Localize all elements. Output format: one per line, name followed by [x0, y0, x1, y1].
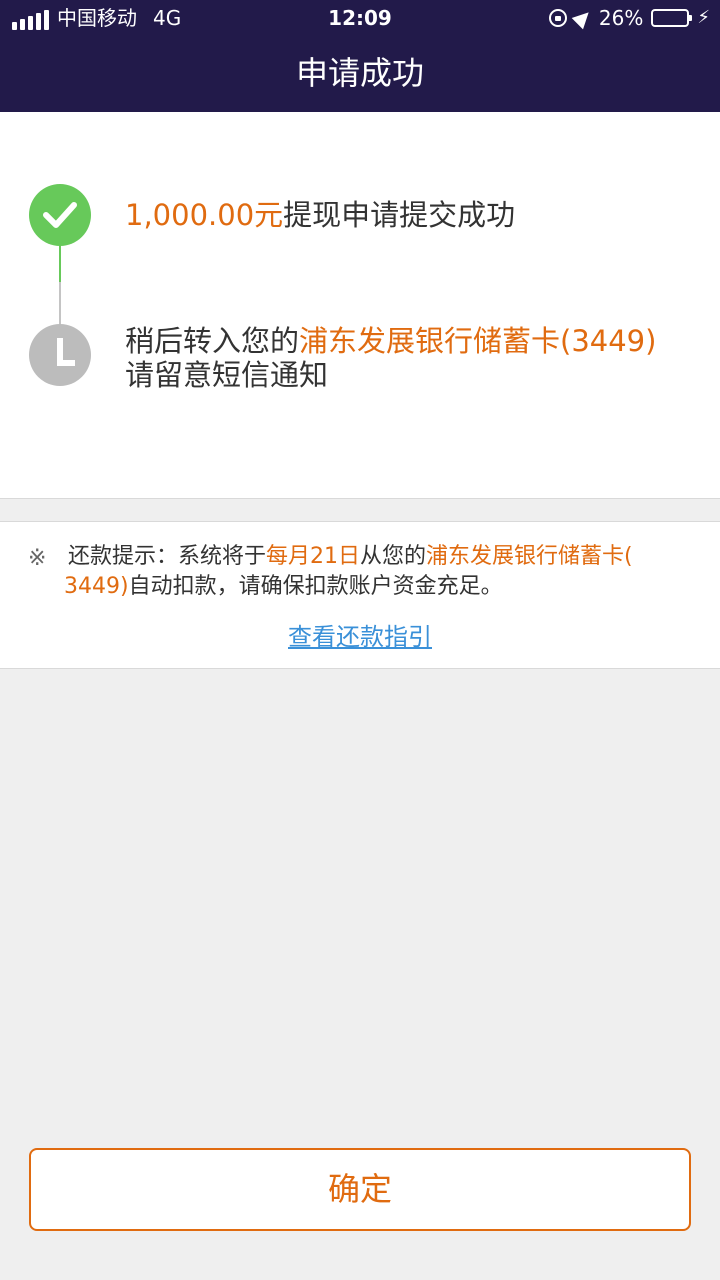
- confirm-button[interactable]: 确定: [29, 1148, 691, 1231]
- tip-from: 从您的: [360, 544, 427, 569]
- progress-steps-card: 1,000.00元提现申请提交成功 稍后转入您的浦东发展银行储蓄卡(3449) …: [0, 112, 720, 499]
- tip-bank-part2: 3449): [64, 574, 129, 599]
- step-connector-pending: [59, 282, 61, 327]
- tip-rest: 自动扣款，请确保扣款账户资金充足。: [128, 574, 503, 599]
- repayment-tip-card: ※ 还款提示：系统将于每月21日从您的浦东发展银行储蓄卡( 3449)自动扣款，请…: [0, 521, 720, 669]
- step-connector: [59, 232, 61, 327]
- withdraw-amount: 1,000.00元: [125, 198, 284, 232]
- tip-bank-part1: 浦东发展银行储蓄卡(: [426, 544, 633, 569]
- status-bar: 中国移动 4G 12:09 26% ⚡: [0, 0, 720, 38]
- step-transfer-line1: 稍后转入您的浦东发展银行储蓄卡(3449): [125, 324, 656, 358]
- check-icon: [29, 184, 91, 246]
- battery-percent: 26%: [598, 6, 644, 30]
- step-transfer: 稍后转入您的浦东发展银行储蓄卡(3449) 请留意短信通知: [125, 324, 656, 392]
- step-transfer-prefix: 稍后转入您的: [125, 324, 300, 358]
- location-icon: [571, 6, 595, 30]
- tip-date: 每月21日: [266, 544, 361, 569]
- status-right: 26% ⚡: [548, 6, 710, 30]
- battery-icon: [651, 9, 693, 27]
- step-submitted-label: 提现申请提交成功: [283, 198, 516, 232]
- tip-label: 还款提示：系统将于: [68, 544, 267, 569]
- repayment-guide-link[interactable]: 查看还款指引: [0, 617, 720, 652]
- step-transfer-line2: 请留意短信通知: [125, 358, 329, 392]
- repayment-tip-text: 还款提示：系统将于每月21日从您的浦东发展银行储蓄卡( 3449)自动扣款，请确保…: [64, 542, 694, 602]
- page-title: 申请成功: [295, 54, 424, 92]
- clock-icon: [29, 324, 91, 386]
- step-submitted: 1,000.00元提现申请提交成功: [125, 198, 515, 232]
- bank-card-name: 浦东发展银行储蓄卡(3449): [299, 324, 657, 358]
- orientation-lock-icon: [548, 9, 567, 27]
- charging-icon: ⚡: [697, 7, 710, 28]
- nav-bar: 申请成功: [0, 38, 720, 112]
- tip-mark: ※: [28, 546, 47, 571]
